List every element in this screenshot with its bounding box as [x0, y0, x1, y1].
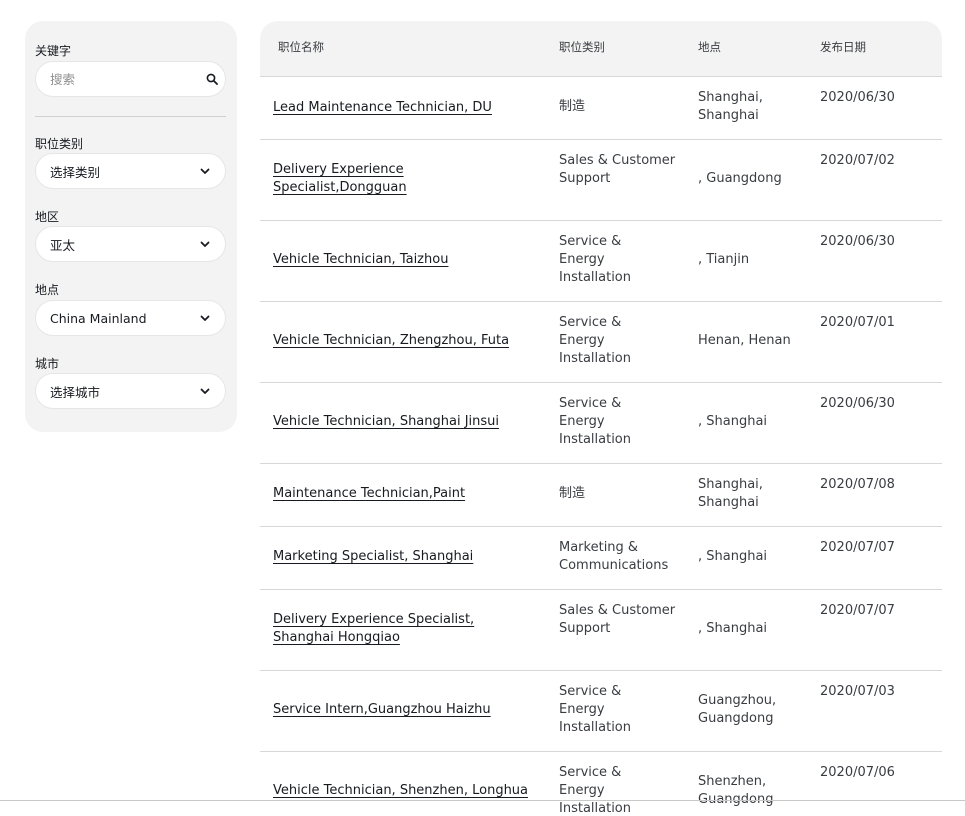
job-date: 2020/06/30 [820, 90, 895, 105]
job-title-link[interactable]: Delivery Experience Specialist,Dongguan [273, 162, 407, 195]
job-date: 2020/07/07 [820, 540, 895, 555]
city-select[interactable]: 选择城市 [35, 373, 226, 409]
location-select[interactable]: China Mainland [35, 300, 226, 336]
table-row: Lead Maintenance Technician, DU 制造 Shang… [260, 77, 942, 140]
job-category: Service & Energy Installation [559, 684, 632, 735]
job-date: 2020/07/01 [820, 315, 895, 330]
job-location: Shenzhen, Guangdong [698, 774, 774, 807]
category-select[interactable]: 选择类别 [35, 153, 226, 189]
job-title-link[interactable]: Vehicle Technician, Shenzhen, Longhua [273, 783, 528, 798]
location-select-value: China Mainland [50, 310, 147, 326]
job-location: , Shanghai [698, 549, 768, 564]
job-date: 2020/06/30 [820, 396, 895, 411]
region-label: 地区 [35, 210, 60, 224]
job-location: Guangzhou, Guangdong [698, 693, 777, 726]
chevron-down-icon [199, 165, 211, 177]
region-select[interactable]: 亚太 [35, 226, 226, 262]
table-header: 职位名称 职位类别 地点 发布日期 [260, 21, 942, 77]
job-location: Shanghai, Shanghai [698, 477, 763, 510]
column-header-category[interactable]: 职位类别 [559, 40, 605, 54]
region-select-value: 亚太 [50, 237, 76, 253]
filter-panel: 关键字 职位类别 选择类别 地区 亚太 地点 China Mainland [25, 21, 237, 432]
job-category: Service & Energy Installation [559, 396, 632, 447]
job-title-link[interactable]: Vehicle Technician, Taizhou [273, 252, 448, 267]
job-title-link[interactable]: Vehicle Technician, Shanghai Jinsui [273, 414, 499, 429]
chevron-down-icon [199, 312, 211, 324]
table-row: Vehicle Technician, Shanghai Jinsui Serv… [260, 383, 942, 464]
job-category: Service & Energy Installation [559, 315, 632, 366]
job-category: Service & Energy Installation [559, 234, 632, 285]
city-select-value: 选择城市 [50, 384, 101, 400]
page: 关键字 职位类别 选择类别 地区 亚太 地点 China Mainland [0, 0, 965, 816]
table-row: Vehicle Technician, Zhengzhou, Futa Serv… [260, 302, 942, 383]
column-header-date[interactable]: 发布日期 [820, 40, 866, 54]
table-row: Marketing Specialist, Shanghai Marketing… [260, 527, 942, 590]
location-label: 地点 [35, 283, 60, 297]
job-date: 2020/07/07 [820, 603, 895, 618]
search-input[interactable] [50, 71, 206, 87]
job-location: Henan, Henan [698, 333, 791, 348]
viewport-bottom-divider [0, 800, 965, 801]
filter-divider [35, 116, 226, 117]
job-location: Shanghai, Shanghai [698, 90, 763, 123]
job-category: 制造 [559, 486, 586, 501]
job-title-link[interactable]: Marketing Specialist, Shanghai [273, 549, 473, 564]
category-select-value: 选择类别 [50, 164, 101, 180]
category-label: 职位类别 [35, 137, 84, 151]
column-header-title[interactable]: 职位名称 [278, 40, 324, 54]
table-row: Maintenance Technician,Paint 制造 Shanghai… [260, 464, 942, 527]
search-field[interactable] [35, 61, 226, 97]
chevron-down-icon [199, 385, 211, 397]
job-location: , Shanghai [698, 621, 768, 636]
table-row: Vehicle Technician, Taizhou Service & En… [260, 221, 942, 302]
job-date: 2020/06/30 [820, 234, 895, 249]
job-category: Service & Energy Installation [559, 765, 632, 816]
job-date: 2020/07/03 [820, 684, 895, 699]
job-date: 2020/07/06 [820, 765, 895, 780]
job-title-link[interactable]: Lead Maintenance Technician, DU [273, 100, 492, 115]
search-icon[interactable] [206, 72, 218, 86]
job-location: , Guangdong [698, 171, 782, 186]
column-header-location[interactable]: 地点 [698, 40, 721, 54]
job-date: 2020/07/02 [820, 153, 895, 168]
table-row: Delivery Experience Specialist, Shanghai… [260, 590, 942, 671]
table-row: Vehicle Technician, Shenzhen, Longhua Se… [260, 752, 942, 816]
chevron-down-icon [199, 238, 211, 250]
job-category: 制造 [559, 99, 586, 114]
keyword-label: 关键字 [35, 44, 72, 58]
job-title-link[interactable]: Service Intern,Guangzhou Haizhu [273, 702, 491, 717]
table-row: Delivery Experience Specialist,Dongguan … [260, 140, 942, 221]
city-label: 城市 [35, 357, 60, 371]
job-category: Sales & Customer Support [559, 603, 676, 636]
job-title-link[interactable]: Vehicle Technician, Zhengzhou, Futa [273, 333, 509, 348]
job-title-link[interactable]: Maintenance Technician,Paint [273, 486, 465, 501]
job-title-link[interactable]: Delivery Experience Specialist, Shanghai… [273, 612, 474, 645]
job-category: Sales & Customer Support [559, 153, 676, 186]
job-category: Marketing & Communications [559, 540, 669, 573]
job-date: 2020/07/08 [820, 477, 895, 492]
job-location: , Shanghai [698, 414, 768, 429]
table-row: Service Intern,Guangzhou Haizhu Service … [260, 671, 942, 752]
job-table: 职位名称 职位类别 地点 发布日期 Lead Maintenance Techn… [260, 21, 942, 816]
job-location: , Tianjin [698, 252, 750, 267]
